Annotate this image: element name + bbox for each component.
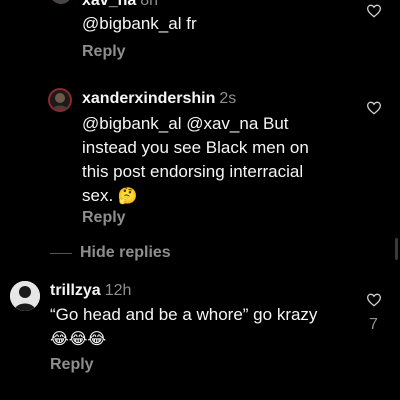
comment-timestamp: 2s	[219, 90, 237, 107]
heart-icon[interactable]	[366, 292, 382, 308]
like-count: 7	[369, 316, 378, 333]
hide-replies-label: Hide replies	[80, 244, 171, 261]
hide-replies-button[interactable]: Hide replies	[50, 242, 171, 264]
avatar[interactable]	[10, 281, 40, 311]
reply-button[interactable]: Reply	[50, 356, 94, 374]
thinking-face-emoji: 🤔	[117, 188, 138, 205]
comment-text: “Go head and be a whore” go krazy 😂😂😂	[50, 303, 350, 352]
scrollbar[interactable]	[395, 238, 398, 260]
laughing-emoji: 😂😂😂	[50, 331, 107, 348]
reply-button[interactable]: Reply	[82, 43, 126, 61]
comment-username[interactable]: xav_na 8h	[82, 0, 158, 10]
comment-username[interactable]: trillzya 12h	[50, 282, 131, 300]
avatar[interactable]	[48, 88, 72, 112]
divider	[50, 252, 72, 254]
comment-timestamp: 12h	[104, 282, 132, 299]
comment-username[interactable]: xanderxindershin 2s	[82, 90, 236, 108]
reply-button[interactable]: Reply	[82, 209, 126, 227]
reply-comment-xav-na: xav_na 8h @bigbank_al fr Reply	[0, 0, 400, 70]
avatar[interactable]	[50, 0, 72, 4]
comment-text: @bigbank_al fr	[82, 14, 197, 33]
comment-trillzya: trillzya 12h “Go head and be a whore” go …	[0, 278, 400, 400]
heart-icon[interactable]	[366, 3, 382, 19]
comment-timestamp: 8h	[140, 0, 159, 9]
comment-text: @bigbank_al @xav_na But instead you see …	[82, 112, 352, 209]
heart-icon[interactable]	[366, 100, 382, 116]
reply-comment-xanderxindershin: xanderxindershin 2s @bigbank_al @xav_na B…	[0, 86, 400, 236]
